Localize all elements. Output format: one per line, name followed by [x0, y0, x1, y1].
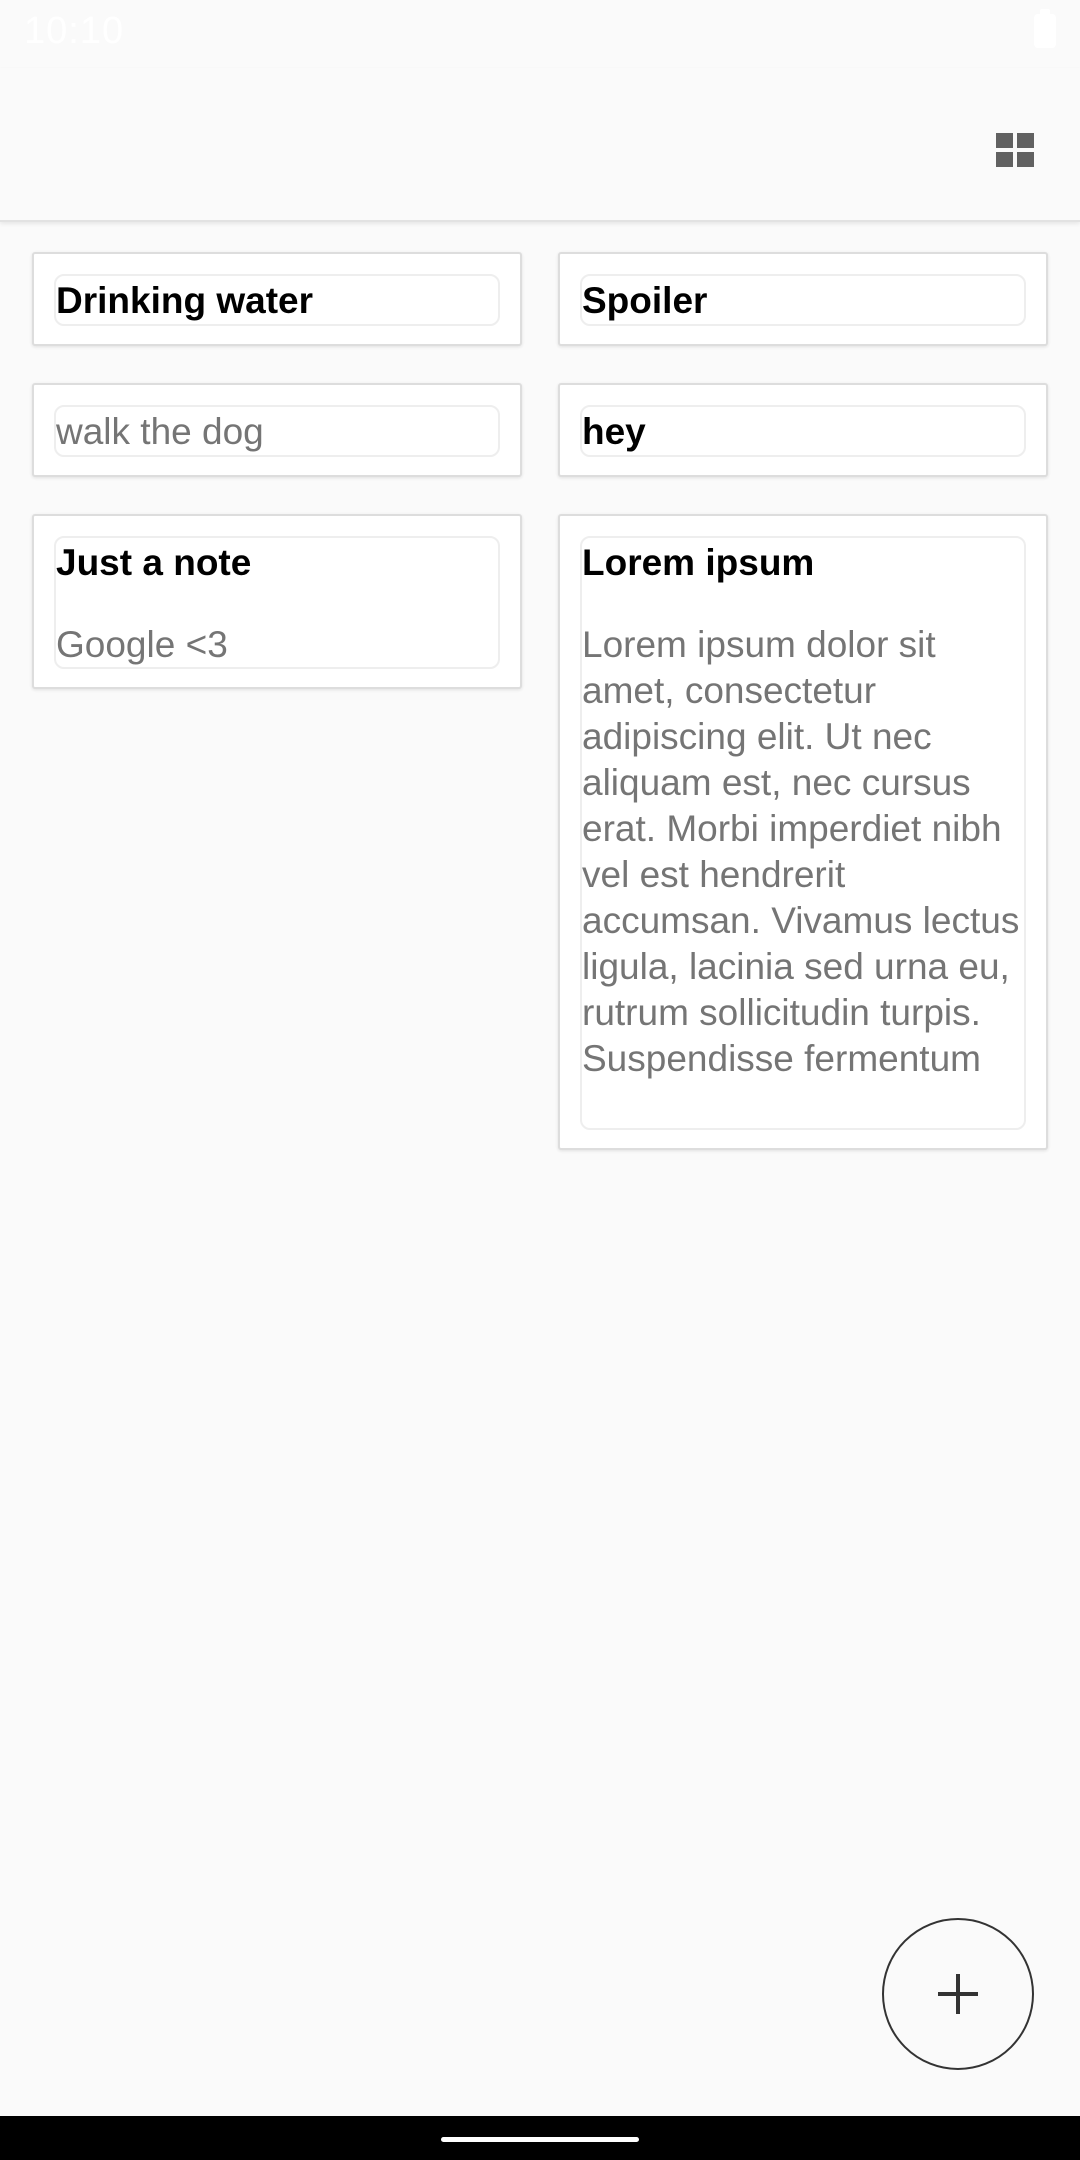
grid-view-toggle-button[interactable] — [975, 110, 1055, 190]
add-note-button[interactable] — [882, 1918, 1034, 2070]
plus-icon — [938, 1974, 978, 2014]
note-body: Lorem ipsum dolor sit amet, consectetur … — [582, 624, 1020, 1079]
status-bar: 10:10 — [0, 0, 1080, 68]
navigation-bar — [0, 2116, 1080, 2160]
note-card[interactable]: walk the dog — [32, 383, 522, 477]
note-content: walk the dog — [54, 405, 500, 457]
home-gesture-handle[interactable] — [441, 2137, 639, 2142]
status-time: 10:10 — [24, 10, 125, 52]
note-title: hey — [582, 411, 646, 452]
note-title: Just a note — [56, 542, 252, 583]
note-content: Spoiler — [580, 274, 1026, 326]
note-title: Lorem ipsum — [582, 542, 815, 583]
note-content: Drinking water — [54, 274, 500, 326]
note-card[interactable]: Drinking water — [32, 252, 522, 346]
note-card[interactable]: Lorem ipsum Lorem ipsum dolor sit amet, … — [558, 514, 1048, 1150]
note-body: Google <3 — [56, 624, 228, 665]
note-content: Lorem ipsum Lorem ipsum dolor sit amet, … — [580, 536, 1026, 1130]
note-content: Just a note Google <3 — [54, 536, 500, 669]
note-content: hey — [580, 405, 1026, 457]
app-bar — [0, 68, 1080, 222]
note-body: walk the dog — [56, 411, 264, 452]
note-title: Spoiler — [582, 280, 708, 321]
battery-full-icon — [1034, 9, 1056, 48]
note-card[interactable]: Just a note Google <3 — [32, 514, 522, 689]
grid-view-icon — [996, 133, 1034, 167]
note-card[interactable]: Spoiler — [558, 252, 1048, 346]
note-card[interactable]: hey — [558, 383, 1048, 477]
note-title: Drinking water — [56, 280, 313, 321]
